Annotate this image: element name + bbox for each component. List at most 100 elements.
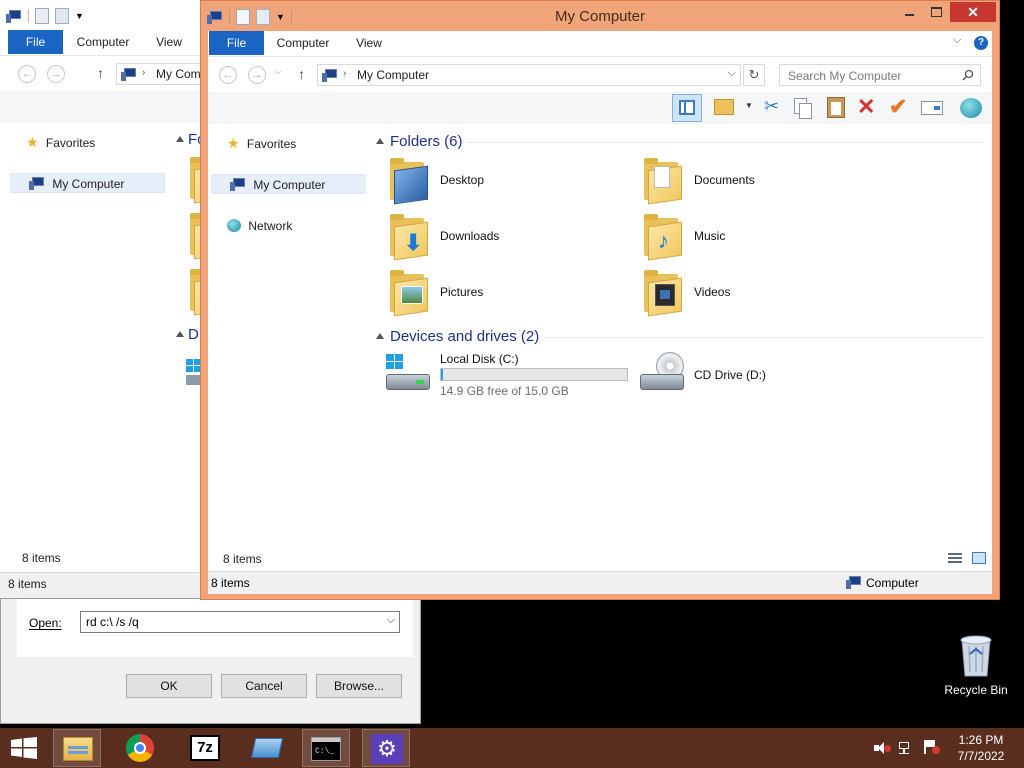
drive-d[interactable]: CD Drive (D:) [638,350,888,402]
refresh-button[interactable]: ↻ [743,64,765,86]
dropdown-arrow-icon[interactable]: ▼ [745,101,753,110]
drive-c-usage-bar [440,368,628,381]
forward-button[interactable]: → [47,65,65,83]
details-view-icon[interactable] [948,553,962,564]
nav-my-computer[interactable]: My Computer [211,174,366,194]
folder-videos[interactable]: Videos [642,268,882,317]
collapse-icon[interactable] [176,136,184,142]
cancel-button[interactable]: Cancel [221,674,307,698]
gear-icon: ⚙ [377,736,397,761]
nav-favorites[interactable]: ★ Favorites [227,133,357,153]
maximize-button[interactable] [923,3,950,23]
back-button[interactable]: ← [219,66,237,84]
content-pane-partial: Fo D [170,123,203,548]
tab-computer[interactable]: Computer [270,31,336,55]
nav-favorites-label: Favorites [246,137,297,151]
tab-file[interactable]: File [8,30,63,54]
run-command-input[interactable]: rd c:\ /s /q [86,615,139,629]
address-bar[interactable]: › My Computer ⌵ [317,64,741,86]
browse-button[interactable]: Browse... [316,674,402,698]
status-bar: 8 items Computer [208,571,992,594]
search-input[interactable]: Search My Computer [788,69,901,83]
address-dropdown-icon[interactable]: ⌵ [728,67,736,80]
search-box[interactable]: Search My Computer [779,64,981,86]
customize-quick-access-icon[interactable]: ▼ [75,11,84,21]
chevron-down-icon[interactable]: ⌵ [387,614,395,627]
nav-network[interactable]: Network [227,216,357,236]
action-center-icon[interactable] [924,740,940,756]
address-bar[interactable]: › My Com [116,63,203,85]
folder-downloads[interactable]: ⬇ Downloads [388,212,628,261]
help-icon[interactable]: ? [974,36,988,50]
taskbar-settings[interactable]: ⚙ [362,729,410,767]
nav-favorites[interactable]: ★ Favorites [26,132,156,152]
ok-button[interactable]: OK [126,674,212,698]
minimize-button[interactable] [896,3,923,23]
rename-icon[interactable] [921,101,943,115]
check-icon[interactable]: ✔ [889,94,907,120]
minimize-icon [905,14,914,16]
up-button[interactable]: ↑ [97,65,104,81]
new-folder-icon[interactable] [55,8,69,24]
folder-desktop[interactable]: Desktop [388,156,628,205]
recycle-bin-shortcut[interactable]: Recycle Bin [936,630,1016,702]
drive-c[interactable]: Local Disk (C:) 14.9 GB free of 15.0 GB [384,350,634,402]
maximize-icon [931,7,942,17]
recycle-bin-icon [960,635,992,677]
settings-tile: ⚙ [371,734,403,764]
up-button[interactable]: ↑ [298,66,305,82]
folder-music[interactable]: ♪ Music [642,212,882,261]
collapse-devices-icon[interactable] [376,333,384,339]
recent-locations-icon[interactable]: ⌵ [275,67,281,77]
address-text: My Com [156,67,201,81]
videos-folder-icon [642,270,682,317]
tab-view[interactable]: View [146,30,192,54]
address-row: ← → ⌵ ↑ › My Computer ⌵ ↻ Search My Comp… [208,56,992,93]
separator [28,9,29,23]
cut-icon[interactable]: ✂ [764,96,779,117]
network-globe-icon[interactable] [960,98,982,118]
preview-pane-button[interactable] [672,94,702,122]
clock[interactable]: 1:26 PM 7/7/2022 [948,732,1014,766]
start-button[interactable] [0,729,48,767]
local-disk-icon [386,354,432,396]
expand-ribbon-icon[interactable]: ⌵ [953,34,961,47]
taskbar-app[interactable] [243,729,291,767]
paste-icon[interactable] [827,97,845,118]
run-command-combobox[interactable]: rd c:\ /s /q ⌵ [80,611,400,633]
item-count: 8 items [8,577,47,591]
tab-view[interactable]: View [346,31,392,55]
collapse-folders-icon[interactable] [376,138,384,144]
folder-pictures[interactable]: Pictures [388,268,628,317]
folders-section-title[interactable]: Folders (6) [390,133,463,150]
properties-icon[interactable] [35,8,49,24]
ribbon-tabs: File Computer View [0,30,203,54]
folder-documents[interactable]: Documents [642,156,882,205]
section-title-partial: D [188,326,199,343]
folder-label: Music [694,229,726,243]
copy-icon[interactable] [794,98,812,119]
computer-icon [846,576,862,589]
title-bar[interactable]: ▼ My Computer ✕ [201,1,999,31]
tab-computer[interactable]: Computer [70,30,136,54]
close-button[interactable]: ✕ [950,2,996,22]
volume-muted-icon[interactable] [874,741,891,755]
music-folder-icon: ♪ [642,214,682,261]
command-bar: ▼ ✂ ✕ ✔ [208,92,992,124]
forward-button[interactable]: → [248,66,266,84]
properties-folder-icon[interactable] [714,99,734,115]
back-button[interactable]: ← [18,65,36,83]
nav-my-computer[interactable]: My Computer [10,173,165,193]
quick-access-toolbar: ▼ [6,7,84,25]
devices-section-title[interactable]: Devices and drives (2) [390,328,539,345]
taskbar-chrome[interactable] [116,729,164,767]
computer-icon [6,9,22,23]
network-status-icon[interactable] [899,740,915,756]
taskbar-command-prompt[interactable]: C:\_ [302,729,350,767]
large-icons-view-icon[interactable] [972,552,986,564]
delete-icon[interactable]: ✕ [857,94,875,120]
taskbar-7zip[interactable]: 7z [181,729,229,767]
collapse-icon[interactable] [176,331,184,337]
tab-file[interactable]: File [209,31,264,55]
taskbar-file-explorer[interactable] [53,729,101,767]
